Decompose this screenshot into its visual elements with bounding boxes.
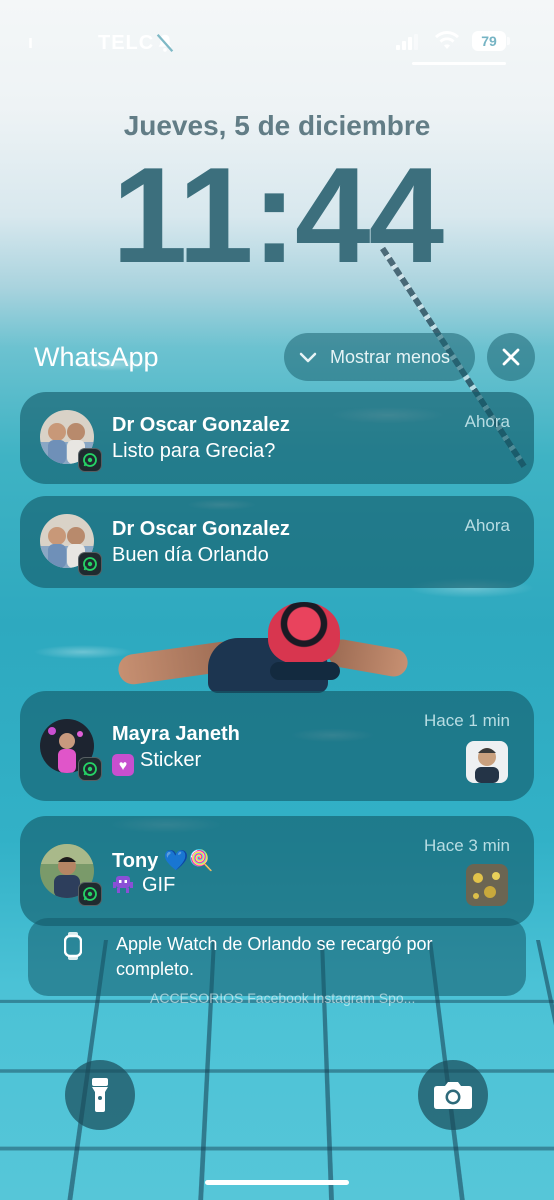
gif-thumbnail (466, 864, 508, 906)
whatsapp-icon (78, 757, 102, 781)
lock-screen-date: Jueves, 5 de diciembre (123, 110, 431, 141)
apple-watch-icon (64, 932, 82, 960)
sticker-thumbnail (466, 741, 508, 783)
notification-message: ♥ Sticker (112, 749, 201, 776)
notification-card[interactable]: Mayra Janeth ♥ Sticker Hace 1 min (20, 691, 534, 801)
camera-button[interactable] (418, 1060, 488, 1130)
whatsapp-icon (78, 882, 102, 906)
contact-avatar (40, 410, 102, 472)
notification-message: Listo para Grecia? (112, 440, 276, 462)
contact-avatar (40, 844, 102, 906)
chevron-down-icon (299, 352, 317, 363)
wifi-icon (435, 31, 459, 49)
alien-monster-icon (113, 876, 133, 893)
notification-sender: Mayra Janeth (112, 723, 240, 745)
notification-sender: Dr Oscar Gonzalez (112, 518, 290, 540)
message-text: GIF (142, 874, 176, 896)
notification-time: Hace 3 min (424, 836, 510, 855)
notification-group-title: WhatsApp (34, 342, 159, 372)
message-text: Sticker (140, 749, 202, 771)
camera-icon (434, 1082, 472, 1109)
swimmer-image (116, 600, 410, 695)
bell-slash-icon (156, 33, 174, 53)
heart-sticker-icon: ♥ (112, 754, 134, 776)
notification-card[interactable]: Tony 💙🍭 GIF Hace 3 min (20, 816, 534, 926)
lock-screen-time: 11:44 (111, 139, 444, 291)
status-indicator-bar (412, 62, 506, 65)
close-group-button[interactable] (487, 333, 535, 381)
flashlight-button[interactable] (65, 1060, 135, 1130)
home-indicator[interactable] (205, 1180, 349, 1185)
notification-message: GIF (112, 874, 175, 897)
notification-time: Ahora (464, 412, 510, 431)
notification-sender: Dr Oscar Gonzalez (112, 414, 290, 436)
carrier-name: TELC (98, 32, 155, 54)
whatsapp-icon (78, 552, 102, 576)
status-bar: ı TELC 79 (0, 0, 554, 72)
notification-sender: Tony 💙🍭 (112, 850, 214, 872)
notification-time: Ahora (464, 516, 510, 535)
flashlight-icon (92, 1078, 108, 1112)
watch-notification-text: Apple Watch de Orlando se recargó por co… (116, 934, 433, 979)
watch-notification-card[interactable]: Apple Watch de Orlando se recargó por co… (28, 918, 526, 996)
close-icon (502, 348, 520, 366)
show-less-label: Mostrar menos (330, 346, 451, 367)
status-left-glyph: ı (28, 32, 34, 52)
contact-avatar (40, 719, 102, 781)
notification-time: Hace 1 min (424, 711, 510, 730)
stacked-notification-peek[interactable]: ACCESORIOS Facebook Instagram Spo... (150, 990, 450, 1010)
show-less-button[interactable]: Mostrar menos (284, 333, 475, 381)
battery-cap (507, 37, 510, 45)
notification-message: Buen día Orlando (112, 544, 269, 566)
notification-card[interactable]: Dr Oscar Gonzalez Buen día Orlando Ahora (20, 496, 534, 588)
notification-card[interactable]: Dr Oscar Gonzalez Listo para Grecia? Aho… (20, 392, 534, 484)
contact-avatar (40, 514, 102, 576)
battery-level: 79 (472, 31, 506, 51)
whatsapp-icon (78, 448, 102, 472)
cellular-signal-icon (396, 34, 418, 50)
